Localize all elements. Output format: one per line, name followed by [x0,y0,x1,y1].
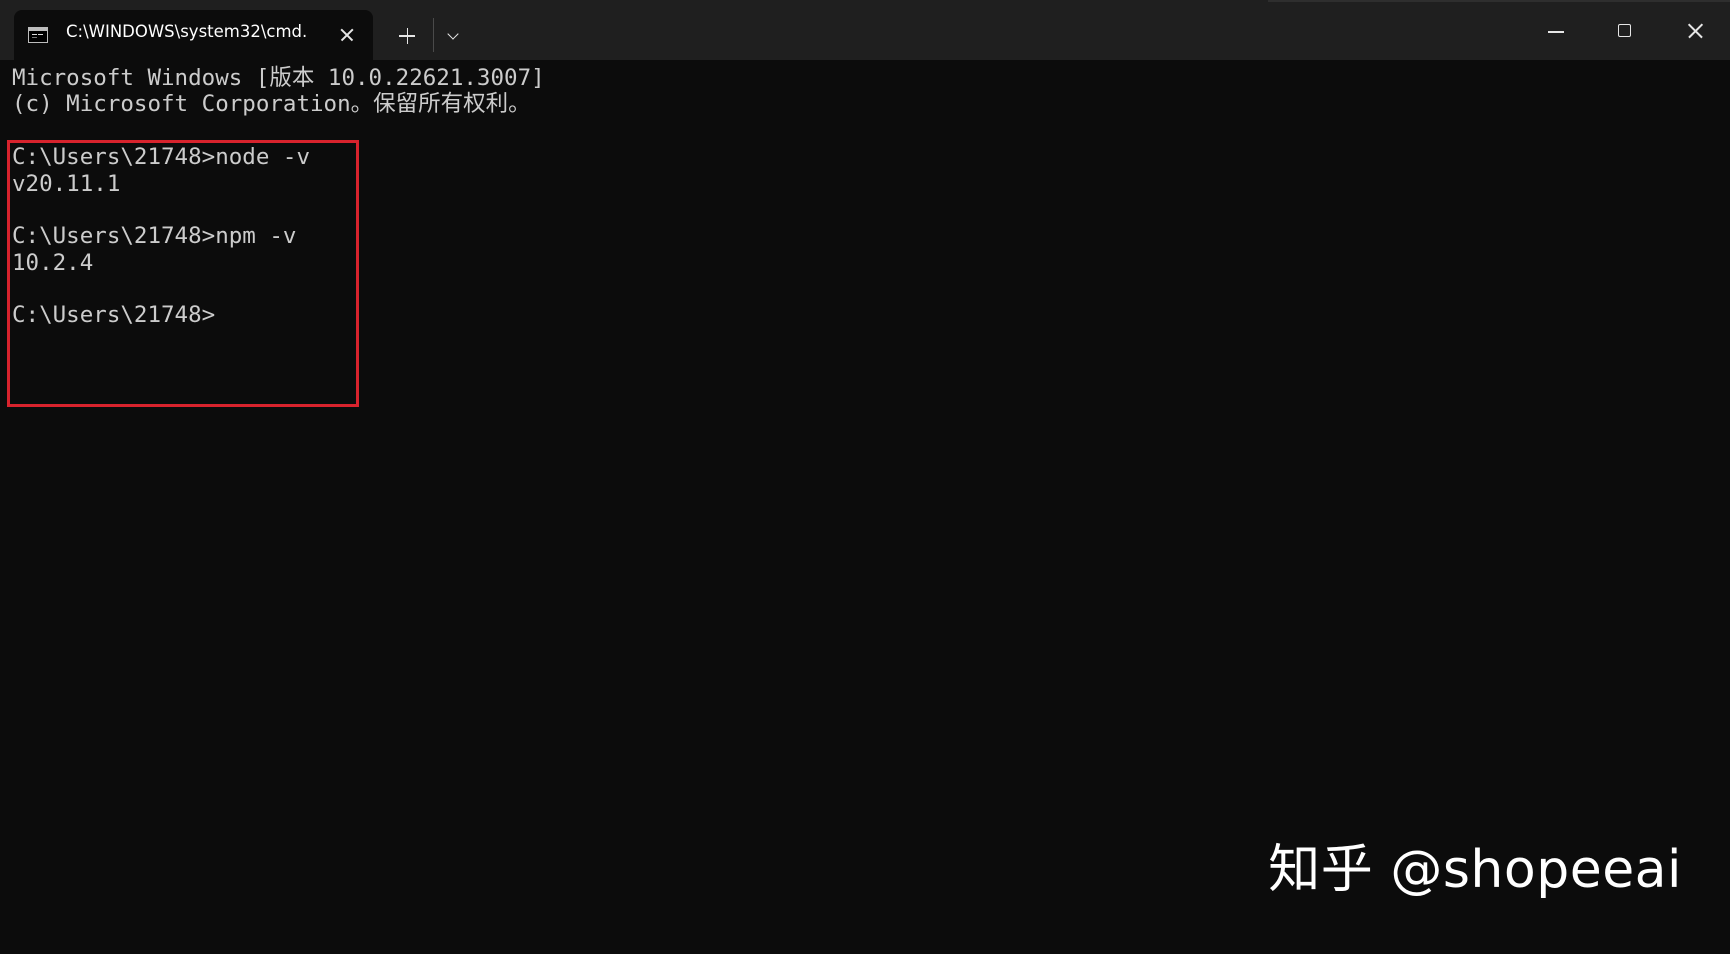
title-bar[interactable]: C:\WINDOWS\system32\cmd. [0,0,1730,60]
tab-dropdown-button[interactable] [436,19,470,53]
tab-close-icon[interactable] [332,20,362,50]
tab-cmd[interactable]: C:\WINDOWS\system32\cmd. [14,10,373,60]
minimize-button[interactable] [1522,0,1590,60]
console-area[interactable]: Microsoft Windows [版本 10.0.22621.3007] (… [0,60,1730,954]
watermark: 知乎 @shopeeai [1268,840,1682,900]
tab-title: C:\WINDOWS\system32\cmd. [66,22,308,41]
terminal-window: C:\WINDOWS\system32\cmd. Microsoft Windo… [0,0,1730,954]
close-button[interactable] [1660,0,1728,60]
new-tab-button[interactable] [390,19,424,53]
console-line: Microsoft Windows [版本 10.0.22621.3007] [12,65,545,91]
maximize-button[interactable] [1591,0,1659,60]
cmd-terminal-icon [28,27,48,43]
tab-separator [433,18,434,52]
highlight-box [7,140,359,407]
console-line: (c) Microsoft Corporation。保留所有权利。 [12,91,531,117]
